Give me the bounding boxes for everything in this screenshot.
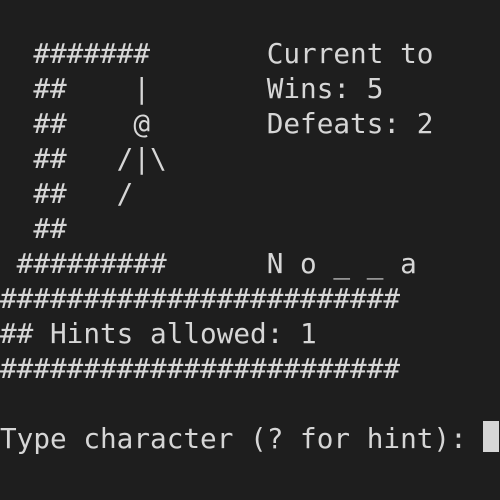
- text-cursor[interactable]: [483, 421, 499, 452]
- terminal-window[interactable]: ####### Current to ## | Wins: 5 ## @ Def…: [0, 0, 500, 500]
- gallows-head-and-defeats-count: ## @ Defeats: 2: [0, 107, 434, 140]
- gallows-post: ##: [0, 212, 67, 245]
- hash-separator-top: ########################: [0, 282, 401, 315]
- gallows-top-and-current-total-label: ####### Current to: [0, 37, 434, 70]
- gallows-body: ## /|\: [0, 142, 167, 175]
- hints-allowed-line: ## Hints allowed: 1: [0, 317, 317, 350]
- input-prompt: Type character (? for hint):: [0, 422, 484, 455]
- gallows-legs: ## /: [0, 177, 134, 210]
- gallows-base-and-guessed-word: ######### N o _ _ a: [0, 247, 417, 280]
- hash-separator-bottom: ########################: [0, 352, 401, 385]
- gallows-rope-and-wins-count: ## | Wins: 5: [0, 72, 384, 105]
